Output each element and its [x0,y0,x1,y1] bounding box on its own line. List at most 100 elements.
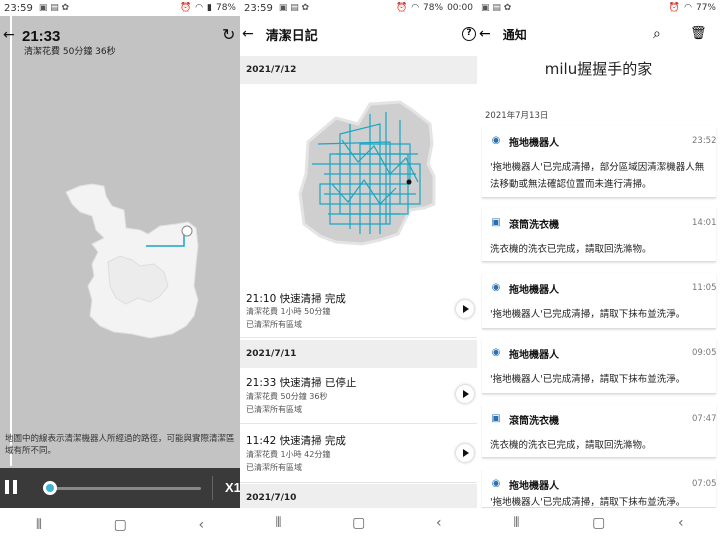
notification-card[interactable]: ◉ 拖地機器人 23:52 '拖地機器人'已完成清掃，部分區域因清潔機器人無法移… [482,126,717,198]
back-arrow-icon[interactable]: ← [479,26,491,42]
entry-title: 21:10 快速清掃 完成 [246,293,346,305]
home-icon[interactable]: ▢ [352,515,365,531]
entry-duration: 清潔花費 1小時 42分鐘 [246,450,331,459]
controls-divider [212,476,213,500]
recent-apps-icon[interactable]: ⦀ [275,515,281,531]
diary-entry[interactable]: 21:33 快速清掃 已停止 清潔花費 50分鐘 36秒 已清潔所有區域 [240,368,477,424]
search-icon[interactable]: ⌕ [653,26,661,42]
notification-message: '拖地機器人'已完成清掃，部分區域因清潔機器人無法移動或無法確認位置而未進行清掃… [490,162,705,190]
app-bar: ← 清潔日記 ? [240,16,477,52]
notification-message: 洗衣機的洗衣已完成，請取回洗滌物。 [490,244,652,255]
screenshot-collage: 23:59 ▣ ▤ ✿ ⏰ ◠ ▮ 78% ← 21:33 清潔花費 50分鐘 … [0,0,720,541]
device-name: 滾筒洗衣機 [509,416,559,427]
pause-bar-right [13,480,17,494]
notification-card[interactable]: ◉ 拖地機器人 09:05 '拖地機器人'已完成清掃，請取下抹布並洗淨。 [482,338,717,394]
entry-duration: 清潔花費 1小時 50分鐘 [246,307,331,316]
status-right: ⏰ ◠ 78% 00:00 [396,3,473,13]
status-clock: 00:00 [447,3,473,13]
notification-card[interactable]: ▣ 滾筒洗衣機 14:01 洗衣機的洗衣已完成，請取回洗滌物。 [482,208,717,262]
pause-button[interactable] [5,480,19,494]
status-bar: ▣ ▤ ✿ ⏰ ◠ 77% [477,0,720,16]
device-name: 拖地機器人 [509,285,559,296]
android-nav-bar: ⦀ ▢ ‹ [240,508,477,538]
status-icons: ▣ ▤ ✿ [481,3,512,13]
robot-position-icon [181,225,193,237]
notification-message: '拖地機器人'已完成清掃，請取下抹布並洗淨。 [490,309,686,320]
recent-apps-icon[interactable]: ⦀ [36,517,42,533]
home-icon[interactable]: ▢ [114,517,127,533]
alarm-icon: ⏰ [179,3,192,13]
entry-title: 21:33 快速清掃 已停止 [246,377,357,389]
washer-icon: ▣ [491,413,501,424]
android-nav-bar: ⦀ ▢ ‹ [477,508,720,538]
nav-back-icon[interactable]: ‹ [436,515,442,531]
status-time: 23:59 [244,2,273,14]
notification-time: 09:05 [692,348,717,358]
playback-controls: X1 [0,468,240,508]
replay-icon[interactable]: ↻ [222,25,235,44]
timeline-indicator [10,16,12,466]
notification-message: 洗衣機的洗衣已完成，請取回洗滌物。 [490,440,652,451]
status-time: 23:59 [4,2,33,14]
back-arrow-icon[interactable]: ← [3,27,15,43]
alarm-icon: ⏰ [395,3,408,13]
notification-card[interactable]: ▣ 滾筒洗衣機 07:47 洗衣機的洗衣已完成，請取回洗滌物。 [482,404,717,458]
nav-back-icon[interactable]: ‹ [199,517,205,533]
play-button[interactable] [456,300,474,318]
status-right: ⏰ ◠ 77% [669,3,716,13]
date-header: 2021/7/11 [240,340,477,368]
replay-start-time: 21:33 [22,28,61,45]
help-icon[interactable]: ? [462,27,476,41]
play-button[interactable] [456,444,474,462]
play-button[interactable] [456,385,474,403]
device-name: 拖地機器人 [509,350,559,361]
notification-card[interactable]: ◉ 拖地機器人 11:05 '拖地機器人'已完成清掃，請取下抹布並洗淨。 [482,273,717,329]
notification-message: '拖地機器人'已完成清掃，請取下抹布並洗淨。 [490,374,686,385]
notification-card[interactable]: ◉ 拖地機器人 07:05 '拖地機器人'已完成清掃，請取下抹布並洗淨。 [482,469,717,508]
battery-text: 77% [695,3,716,13]
entry-title: 11:42 快速清掃 完成 [246,435,346,447]
pause-bar-left [5,480,9,494]
trash-icon[interactable]: 🗑 [690,26,707,41]
entry-area: 已清潔所有區域 [246,463,302,472]
status-icons: ▣ ▤ ✿ [38,3,70,13]
status-bar: 23:59 ▣ ▤ ✿ ⏰ ◠ 78% 00:00 [240,0,477,16]
date-group-label: 2021年7月13日 [485,111,549,121]
entry-duration: 清潔花費 50分鐘 36秒 [246,392,328,401]
wifi-icon: ◠ [684,3,692,13]
cleaning-diary-screen: 23:59 ▣ ▤ ✿ ⏰ ◠ 78% 00:00 ← 清潔日記 ? 2021/… [240,0,477,541]
status-bar: 23:59 ▣ ▤ ✿ ⏰ ◠ ▮ 78% [0,0,240,16]
notification-time: 11:05 [692,283,717,293]
page-title: 通知 [502,27,527,42]
date-header: 2021/7/12 [240,56,477,84]
robot-icon: ◉ [491,347,501,358]
wifi-icon: ◠ [411,3,420,13]
android-nav-bar: ⦀ ▢ ‹ [0,508,240,541]
diary-entry[interactable]: 21:10 快速清掃 完成 清潔花費 1小時 50分鐘 已清潔所有區域 [240,84,477,338]
notifications-screen: ▣ ▤ ✿ ⏰ ◠ 77% ← 通知 ⌕ 🗑 milu握握手的家 2021年7月… [477,0,720,541]
robot-dock-icon [406,179,412,185]
recent-apps-icon[interactable]: ⦀ [513,515,519,531]
cleaning-map-thumbnail [298,100,436,246]
app-bar: ← 通知 ⌕ 🗑 [477,16,720,52]
device-name: 滾筒洗衣機 [509,220,559,231]
notification-time: 14:01 [692,218,717,228]
alarm-icon: ⏰ [668,3,681,13]
cleaning-replay-screen: 23:59 ▣ ▤ ✿ ⏰ ◠ ▮ 78% ← 21:33 清潔花費 50分鐘 … [0,0,240,541]
speed-button[interactable]: X1 [225,480,240,495]
home-icon[interactable]: ▢ [592,515,605,531]
map-disclaimer: 地圖中的線表示清潔機器人所經過的路徑，可能與實際清潔區域有所不同。 [5,434,235,456]
progress-knob[interactable] [43,481,57,495]
diary-entry[interactable]: 11:42 快速清掃 完成 清潔花費 1小時 42分鐘 已清潔所有區域 [240,425,477,483]
robot-icon: ◉ [491,282,501,293]
progress-track[interactable] [48,487,201,490]
battery-text: 78% [423,3,444,13]
page-title: 清潔日記 [265,28,318,44]
wifi-icon: ◠ [195,3,204,13]
nav-back-icon[interactable]: ‹ [678,515,684,531]
back-arrow-icon[interactable]: ← [242,26,254,42]
signal-icon: ▮ [207,3,212,13]
robot-icon: ◉ [491,135,501,146]
battery-text: 78% [215,3,236,13]
replay-duration: 清潔花費 50分鐘 36秒 [24,47,116,57]
